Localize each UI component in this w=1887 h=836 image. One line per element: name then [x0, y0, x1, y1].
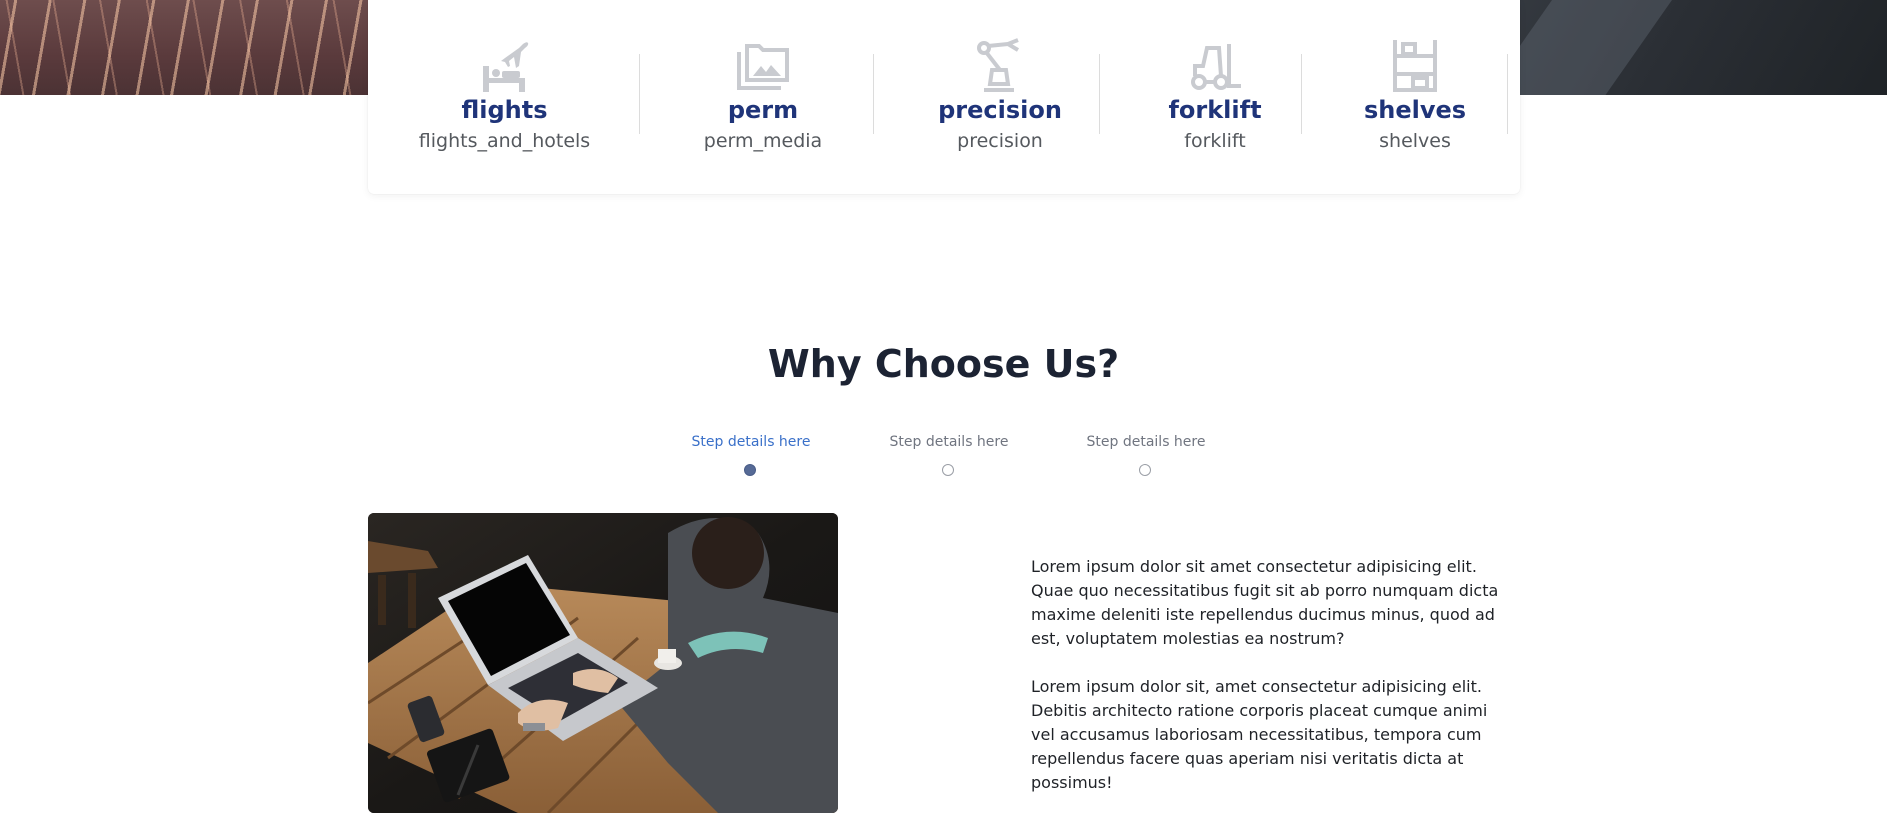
service-item-perm[interactable]: perm perm_media: [641, 0, 885, 194]
services-card: flights flights_and_hotels perm perm_med…: [368, 0, 1520, 194]
service-subtitle: flights_and_hotels: [418, 130, 591, 152]
service-title: perm: [727, 96, 799, 124]
service-subtitle: perm_media: [703, 130, 823, 152]
precision-robot-arm-icon: [970, 36, 1030, 96]
step-indicator-active[interactable]: [744, 464, 756, 476]
divider: [639, 54, 640, 134]
step-label: Step details here: [889, 434, 1009, 450]
service-item-flights[interactable]: flights flights_and_hotels: [368, 0, 641, 194]
service-item-precision[interactable]: precision precision: [885, 0, 1115, 194]
service-title: precision: [938, 96, 1062, 124]
hero-image-sparks: [0, 0, 380, 95]
service-item-forklift[interactable]: forklift forklift: [1115, 0, 1315, 194]
step-label: Step details here: [1086, 434, 1206, 450]
divider: [1301, 54, 1302, 134]
laptop-photo: [368, 513, 838, 813]
service-item-shelves[interactable]: shelves shelves: [1315, 0, 1515, 194]
service-subtitle: precision: [957, 130, 1043, 152]
step-3[interactable]: Step details here: [1076, 434, 1216, 476]
divider: [873, 54, 874, 134]
perm-media-icon: [733, 36, 793, 96]
step-2[interactable]: Step details here: [879, 434, 1019, 476]
shelves-icon: [1385, 36, 1445, 96]
laptop-photo-illustration: [368, 513, 838, 813]
flights-and-hotels-icon: [475, 36, 535, 96]
section-title: Why Choose Us?: [767, 342, 1120, 386]
step-indicator[interactable]: [942, 464, 954, 476]
service-title: shelves: [1363, 96, 1467, 124]
forklift-icon: [1185, 36, 1245, 96]
step-label: Step details here: [691, 434, 811, 450]
divider: [1099, 54, 1100, 134]
step-indicator[interactable]: [1139, 464, 1151, 476]
service-title: forklift: [1168, 96, 1262, 124]
paragraph-1: Lorem ipsum dolor sit amet consectetur a…: [1031, 557, 1499, 648]
why-choose-us-text: Lorem ipsum dolor sit amet consectetur a…: [1031, 555, 1511, 819]
service-title: flights: [461, 96, 548, 124]
divider: [1507, 54, 1508, 134]
step-1[interactable]: Step details here: [681, 434, 821, 476]
service-subtitle: shelves: [1379, 130, 1451, 152]
paragraph-2: Lorem ipsum dolor sit, amet consectetur …: [1031, 677, 1488, 792]
service-subtitle: forklift: [1184, 130, 1246, 152]
